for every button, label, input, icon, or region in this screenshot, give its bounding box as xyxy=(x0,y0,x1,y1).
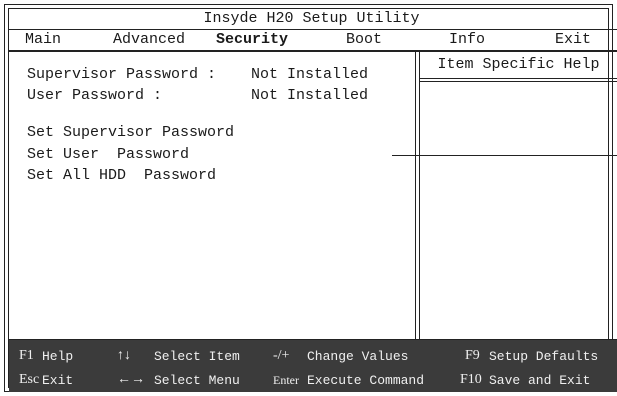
f10-key: F10 xyxy=(460,372,482,387)
panel-divider-right xyxy=(419,51,420,339)
help-panel-rule xyxy=(392,155,617,156)
menu-tab-info[interactable]: Info xyxy=(449,30,485,50)
key-help-footer: F1 Help ↑↓ Select Item -/+ Change Values… xyxy=(9,339,617,392)
change-values-label: Change Values xyxy=(307,349,409,364)
execute-command-label: Execute Command xyxy=(307,373,425,388)
up-down-arrows-icon: ↑↓ xyxy=(117,348,131,363)
setup-defaults-label: Setup Defaults xyxy=(489,349,599,364)
user-password-status: Not Installed xyxy=(251,87,369,104)
f9-key: F9 xyxy=(465,348,480,363)
menu-tab-boot[interactable]: Boot xyxy=(346,30,382,50)
save-and-exit-label: Save and Exit xyxy=(489,373,591,388)
set-all-hdd-password-item[interactable]: Set All HDD Password xyxy=(27,166,216,186)
select-item-label: Select Item xyxy=(154,349,240,364)
left-right-arrows-icon: ←→ xyxy=(117,372,145,387)
footer-divider xyxy=(9,339,617,340)
menu-bar: Main Advanced Security Boot Info Exit xyxy=(9,30,617,50)
menu-divider xyxy=(9,50,617,52)
esc-key: Esc xyxy=(19,372,40,387)
help-title-divider-2 xyxy=(420,81,617,82)
menu-tab-advanced[interactable]: Advanced xyxy=(113,30,185,50)
help-panel-title: Item Specific Help xyxy=(437,56,600,73)
enter-key: Enter xyxy=(273,373,299,387)
esc-exit-label: Exit xyxy=(42,373,74,388)
select-menu-label: Select Menu xyxy=(154,373,240,388)
panel-divider-left xyxy=(415,51,416,339)
app-title: Insyde H20 Setup Utility xyxy=(203,10,420,27)
set-user-password-item[interactable]: Set User Password xyxy=(27,145,189,165)
supervisor-password-label: Supervisor Password : xyxy=(27,66,217,83)
f1-key: F1 xyxy=(19,348,34,363)
menu-tab-security[interactable]: Security xyxy=(216,30,288,50)
menu-tab-main[interactable]: Main xyxy=(25,30,61,50)
set-supervisor-password-item[interactable]: Set Supervisor Password xyxy=(27,123,234,143)
supervisor-password-status: Not Installed xyxy=(251,66,369,83)
user-password-label: User Password : xyxy=(27,87,163,104)
f1-help-label: Help xyxy=(42,349,74,364)
menu-tab-exit[interactable]: Exit xyxy=(555,30,591,50)
change-values-key: -/+ xyxy=(273,348,290,363)
help-title-divider xyxy=(420,78,617,79)
